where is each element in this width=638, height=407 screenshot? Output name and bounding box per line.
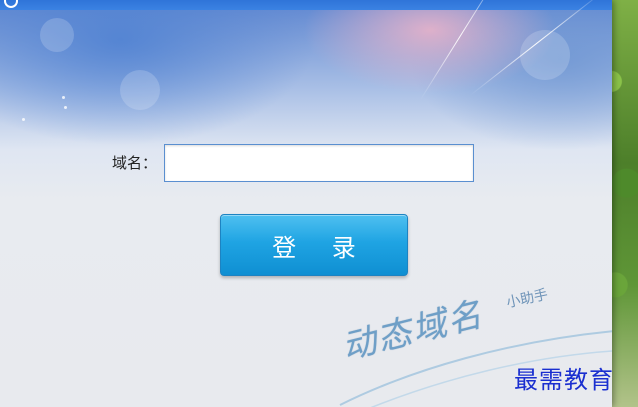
domain-label: 域名：: [112, 154, 158, 172]
app-logo-icon: [4, 0, 18, 8]
login-window: 域名： 登 录 动态域名 小助手: [0, 0, 612, 407]
sparkle-dot: [62, 96, 65, 99]
screen: 域名： 登 录 动态域名 小助手 最需教育: [0, 0, 638, 407]
title-bar[interactable]: [0, 0, 612, 10]
login-button[interactable]: 登 录: [220, 214, 408, 276]
light-streak: [419, 0, 500, 101]
domain-input[interactable]: [164, 144, 474, 182]
bokeh-light: [40, 18, 74, 52]
corner-watermark: 最需教育: [514, 366, 614, 394]
sparkle-dot: [22, 118, 25, 121]
sparkle-dot: [64, 106, 67, 109]
bokeh-light: [120, 70, 160, 110]
